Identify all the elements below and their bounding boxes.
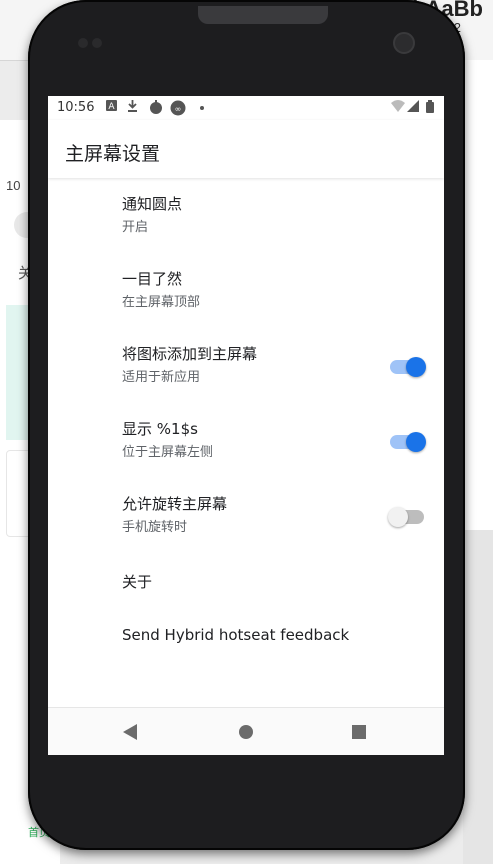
show-left-page-toggle[interactable] (390, 432, 426, 452)
back-icon[interactable] (123, 724, 137, 740)
notification-a-icon: A (106, 100, 117, 114)
phone-sensor (78, 38, 88, 48)
pref-add-icon-to-home[interactable]: 将图标添加到主屏幕 适用于新应用 (48, 333, 444, 408)
pref-summary: 位于主屏幕左侧 (122, 445, 214, 460)
cast-icon: ∞ (170, 100, 186, 119)
pref-allow-rotation[interactable]: 允许旋转主屏幕 手机旋转时 (48, 483, 444, 558)
status-bar: 10:56 A ∞ (48, 96, 444, 120)
pref-title: 显示 %1$s (122, 420, 198, 438)
battery-icon (426, 100, 434, 116)
pref-title: 一目了然 (122, 270, 183, 288)
allow-rotation-toggle[interactable] (388, 507, 424, 527)
pref-summary: 适用于新应用 (122, 370, 201, 385)
pref-summary: 在主屏幕顶部 (122, 295, 201, 310)
app-bar: 主屏幕设置 (48, 120, 444, 178)
phone-sensor (92, 38, 102, 48)
front-camera (393, 32, 415, 54)
wifi-icon (391, 100, 405, 115)
toggle-thumb (388, 507, 408, 527)
page-title: 主屏幕设置 (65, 143, 161, 165)
navigation-bar (48, 707, 444, 755)
app-notification-icon (149, 100, 163, 117)
pref-title: 通知圆点 (122, 195, 183, 213)
signal-icon (407, 100, 419, 115)
background-right-lower (463, 530, 493, 864)
svg-text:A: A (108, 102, 115, 111)
svg-text:∞: ∞ (175, 105, 182, 114)
pref-summary: 手机旋转时 (122, 520, 188, 535)
pref-title: 关于 (122, 573, 153, 591)
pref-send-feedback[interactable]: Send Hybrid hotseat feedback (48, 612, 444, 662)
pref-show-left-page[interactable]: 显示 %1$s 位于主屏幕左侧 (48, 408, 444, 483)
pref-title: Send Hybrid hotseat feedback (122, 626, 350, 644)
download-icon (127, 100, 138, 115)
status-time: 10:56 (57, 100, 95, 115)
toggle-thumb (406, 357, 426, 377)
pref-notification-dots[interactable]: 通知圆点 开启 (48, 183, 444, 258)
pref-at-a-glance[interactable]: 一目了然 在主屏幕顶部 (48, 258, 444, 333)
phone-screen: 10:56 A ∞ 主屏幕设置 通知圆点 开启 一目了然 在主屏幕顶部 将图标添… (48, 96, 444, 755)
pref-about[interactable]: 关于 (48, 557, 444, 603)
phone-speaker (198, 6, 328, 24)
toggle-thumb (406, 432, 426, 452)
pref-title: 将图标添加到主屏幕 (122, 345, 258, 363)
recents-icon[interactable] (352, 725, 366, 739)
background-right-panel (462, 60, 493, 530)
more-dot-icon (199, 100, 205, 117)
add-icon-toggle[interactable] (390, 357, 426, 377)
pref-title: 允许旋转主屏幕 (122, 495, 228, 513)
pref-summary: 开启 (122, 220, 149, 235)
home-icon[interactable] (239, 725, 253, 739)
background-time: 10 (6, 178, 21, 193)
